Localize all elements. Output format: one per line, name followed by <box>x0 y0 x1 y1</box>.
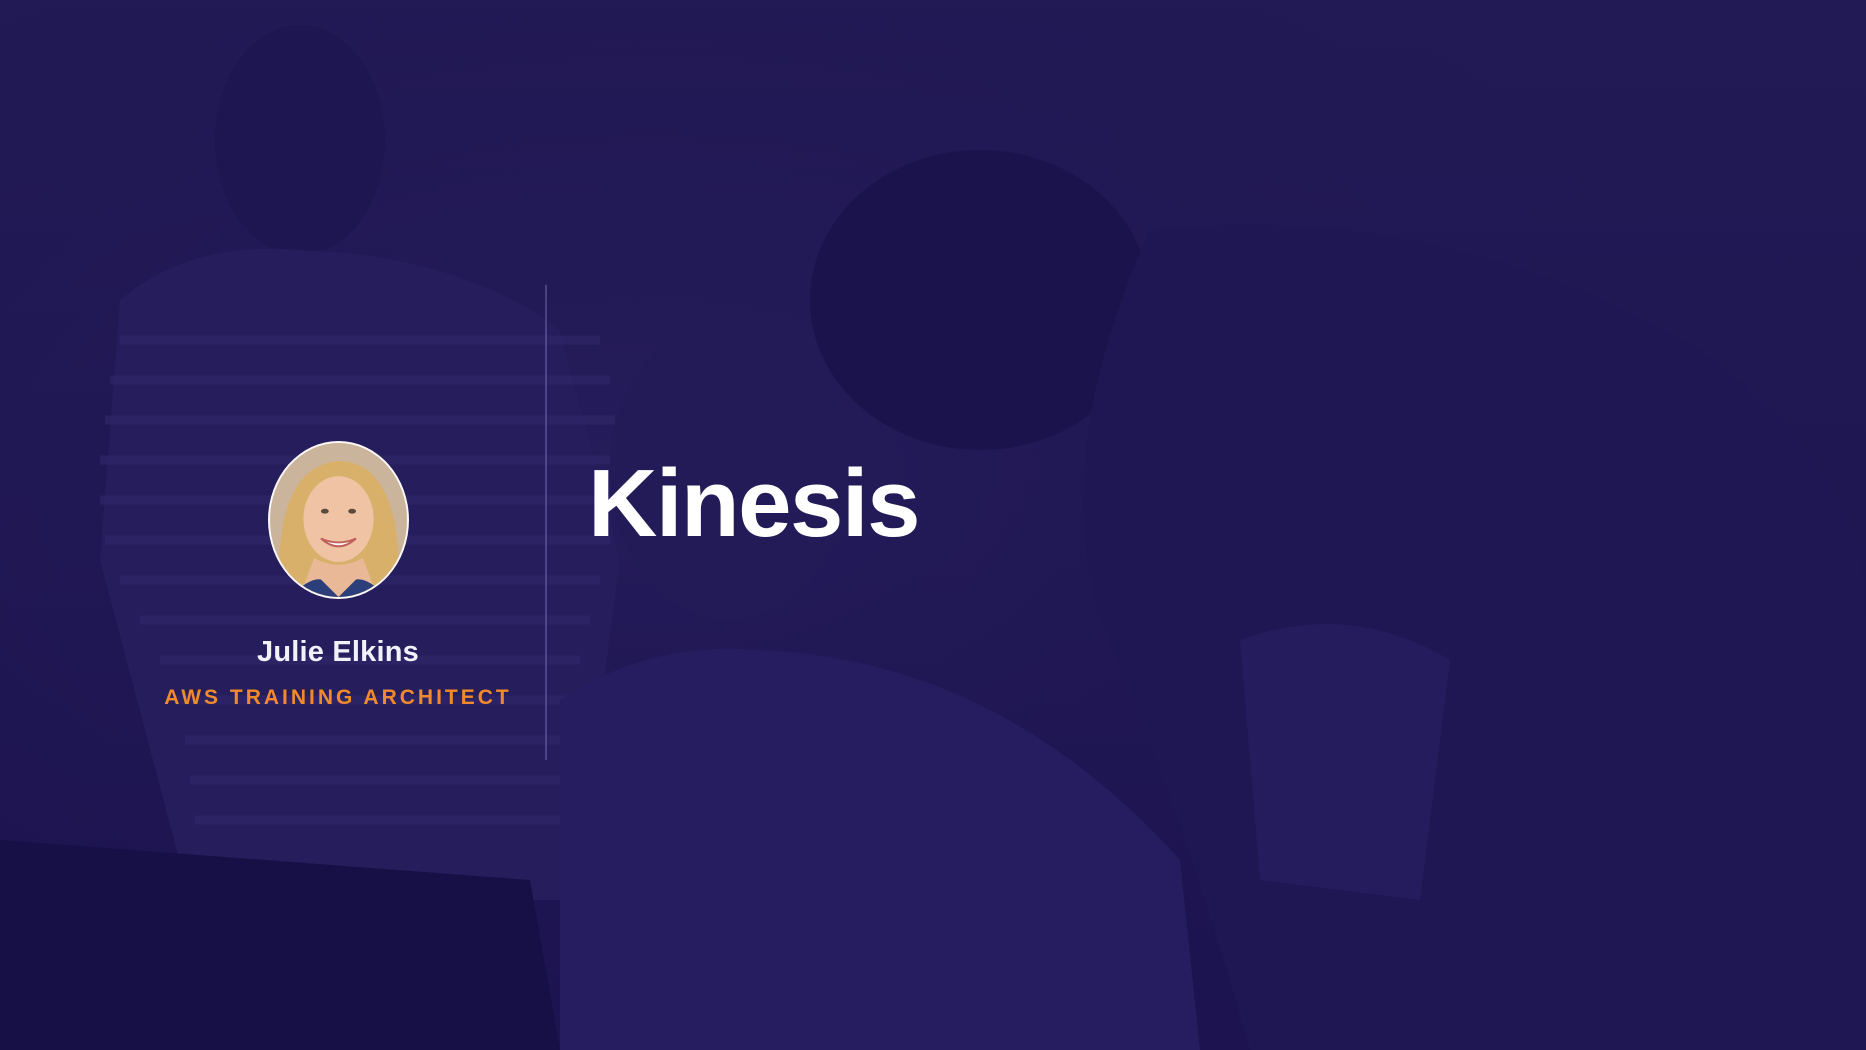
presenter-name: Julie Elkins <box>257 636 419 668</box>
presenter-avatar <box>268 441 409 599</box>
presenter-photo <box>270 443 407 597</box>
title-slide: Julie Elkins AWS TRAINING ARCHITECT Kine… <box>0 0 1866 1050</box>
course-title: Kinesis <box>588 450 920 557</box>
presenter-role: AWS TRAINING ARCHITECT <box>164 686 512 709</box>
